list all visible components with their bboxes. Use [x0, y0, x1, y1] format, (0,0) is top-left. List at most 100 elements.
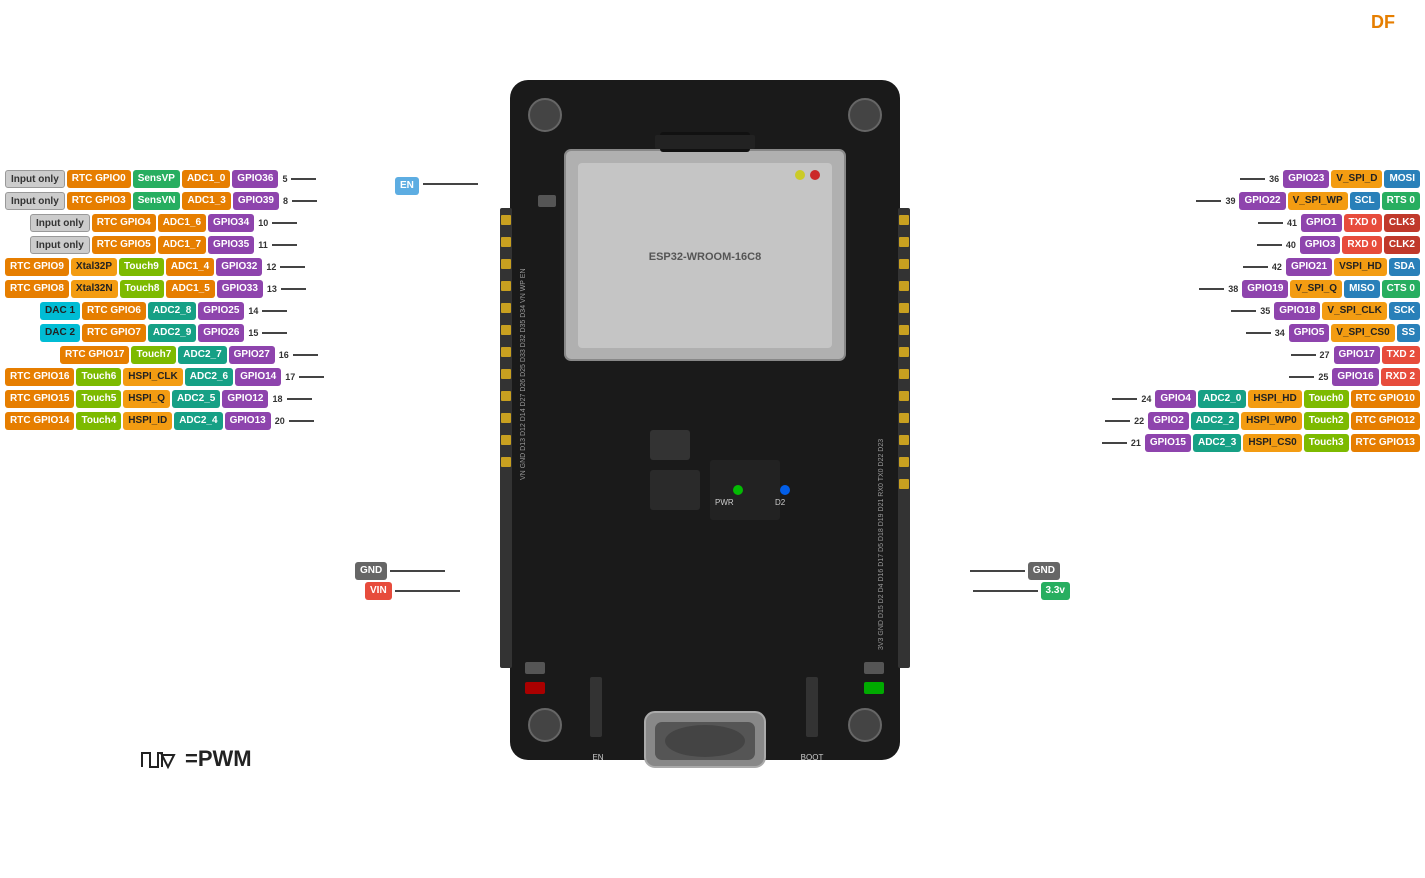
v33-right-area: 3.3v	[973, 582, 1070, 600]
left-pin-row-1: Input only RTC GPIO0 SensVP ADC1_0 GPIO3…	[5, 170, 316, 188]
vspi-clk-badge: V_SPI_CLK	[1322, 302, 1386, 320]
pin-num-15: 15	[248, 328, 258, 338]
sck-badge: SCK	[1389, 302, 1420, 320]
clk2-badge: CLK2	[1384, 236, 1420, 254]
pin-num-10: 10	[258, 218, 268, 228]
touch0-badge: Touch0	[1304, 390, 1349, 408]
gpio34-badge: GPIO34	[208, 214, 254, 232]
right-pin-row-7: SCK V_SPI_CLK GPIO18 35	[1231, 302, 1420, 320]
pin-num-42: 42	[1272, 262, 1282, 272]
ss-badge: SS	[1397, 324, 1420, 342]
rtc-gpio9-badge: RTC GPIO9	[5, 258, 69, 276]
gpio39-badge: GPIO39	[233, 192, 279, 210]
page-container: DF ESP32-WROOM-16C8	[0, 0, 1425, 878]
pin-num-27: 27	[1320, 350, 1330, 360]
gpio15-badge: GPIO15	[1145, 434, 1191, 452]
txd2-badge: TXD 2	[1382, 346, 1420, 364]
vspi-wp-badge: V_SPI_WP	[1288, 192, 1348, 210]
sensvp-badge: SensVP	[133, 170, 180, 188]
right-pin-row-3: CLK3 TXD 0 GPIO1 41	[1258, 214, 1420, 232]
touch8-badge: Touch8	[120, 280, 165, 298]
gpio12-badge: GPIO12	[222, 390, 268, 408]
svg-text:EN: EN	[592, 753, 603, 762]
gpio26-badge: GPIO26	[198, 324, 244, 342]
input-only-badge-2: Input only	[5, 192, 65, 210]
xtal32n-badge: Xtal32N	[71, 280, 118, 298]
svg-text:PWR: PWR	[715, 498, 734, 507]
vspi-hd-badge: VSPI_HD	[1334, 258, 1387, 276]
board-area: ESP32-WROOM-16C8	[490, 60, 920, 780]
adc2-8-badge: ADC2_8	[148, 302, 196, 320]
gpio32-badge: GPIO32	[216, 258, 262, 276]
pin-num-20: 20	[275, 416, 285, 426]
adc1-4-badge: ADC1_4	[166, 258, 214, 276]
rtc-gpio17-badge: RTC GPIO17	[60, 346, 129, 364]
svg-text:D2: D2	[775, 498, 786, 507]
left-pin-row-2: Input only RTC GPIO3 SensVN ADC1_3 GPIO3…	[5, 192, 317, 210]
touch2-badge: Touch2	[1304, 412, 1349, 430]
adc2-6-badge: ADC2_6	[185, 368, 233, 386]
gnd-left-area: GND	[355, 562, 445, 580]
rtc-gpio13-badge: RTC GPIO13	[1351, 434, 1420, 452]
scl-badge: SCL	[1350, 192, 1380, 210]
gpio19-badge: GPIO19	[1242, 280, 1288, 298]
gnd-right-area: GND	[970, 562, 1060, 580]
pin-num-25: 25	[1318, 372, 1328, 382]
gpio17-badge: GPIO17	[1334, 346, 1380, 364]
input-only-badge-1: Input only	[5, 170, 65, 188]
right-pin-row-9: TXD 2 GPIO17 27	[1291, 346, 1421, 364]
rtc-gpio10-badge: RTC GPIO10	[1351, 390, 1420, 408]
rxd0-badge: RXD 0	[1342, 236, 1381, 254]
hspi-hd-badge: HSPI_HD	[1248, 390, 1301, 408]
rtc-gpio12-badge: RTC GPIO12	[1351, 412, 1420, 430]
pin-num-21: 21	[1131, 438, 1141, 448]
gpio21-badge: GPIO21	[1286, 258, 1332, 276]
gpio22-badge: GPIO22	[1239, 192, 1285, 210]
rtc-gpio3-badge: RTC GPIO3	[67, 192, 131, 210]
pin-num-13: 13	[267, 284, 277, 294]
mosi-badge: MOSI	[1384, 170, 1420, 188]
right-pin-row-10: RXD 2 GPIO16 25	[1289, 368, 1420, 386]
pin-num-39: 39	[1225, 196, 1235, 206]
touch9-badge: Touch9	[119, 258, 164, 276]
gpio36-badge: GPIO36	[232, 170, 278, 188]
right-pin-row-4: CLK2 RXD 0 GPIO3 40	[1257, 236, 1420, 254]
dac1-badge: DAC 1	[40, 302, 80, 320]
touch7-badge: Touch7	[131, 346, 176, 364]
miso-badge: MISO	[1344, 280, 1380, 298]
pin-num-34: 34	[1275, 328, 1285, 338]
input-only-badge-4: Input only	[30, 236, 90, 254]
touch3-badge: Touch3	[1304, 434, 1349, 452]
gpio5-badge: GPIO5	[1289, 324, 1330, 342]
v33-badge: 3.3v	[1041, 582, 1070, 600]
hspi-id-badge: HSPI_ID	[123, 412, 172, 430]
hspi-q-badge: HSPI_Q	[123, 390, 170, 408]
gpio27-badge: GPIO27	[229, 346, 275, 364]
svg-text:ESP32-WROOM-16C8: ESP32-WROOM-16C8	[649, 251, 761, 263]
pwm-legend: =PWM	[140, 745, 252, 773]
adc1-6-badge: ADC1_6	[158, 214, 206, 232]
rtc-gpio6-badge: RTC GPIO6	[82, 302, 146, 320]
rtc-gpio4-badge: RTC GPIO4	[92, 214, 156, 232]
pin-num-22: 22	[1134, 416, 1144, 426]
input-only-badge-3: Input only	[30, 214, 90, 232]
gpio25-badge: GPIO25	[198, 302, 244, 320]
right-pin-row-12: RTC GPIO12 Touch2 HSPI_WP0 ADC2_2 GPIO2 …	[1105, 412, 1420, 430]
adc2-5-badge: ADC2_5	[172, 390, 220, 408]
pin-num-11: 11	[258, 240, 268, 250]
rtc-gpio14-badge: RTC GPIO14	[5, 412, 74, 430]
gpio13-badge: GPIO13	[225, 412, 271, 430]
vspi-q-badge: V_SPI_Q	[1290, 280, 1342, 298]
right-pin-row-2: RTS 0 SCL V_SPI_WP GPIO22 39	[1196, 192, 1420, 210]
adc1-7-badge: ADC1_7	[158, 236, 206, 254]
right-pin-row-11: RTC GPIO10 Touch0 HSPI_HD ADC2_0 GPIO4 2…	[1112, 390, 1420, 408]
pin-num-24: 24	[1141, 394, 1151, 404]
left-pin-row-10: RTC GPIO16 Touch6 HSPI_CLK ADC2_6 GPIO14…	[5, 368, 324, 386]
hspi-clk-badge: HSPI_CLK	[123, 368, 182, 386]
rxd2-badge: RXD 2	[1381, 368, 1420, 386]
adc2-4-badge: ADC2_4	[174, 412, 222, 430]
hspi-cs0-badge: HSPI_CS0	[1243, 434, 1301, 452]
left-pin-row-7: DAC 1 RTC GPIO6 ADC2_8 GPIO25 14	[40, 302, 287, 320]
gpio4-badge: GPIO4	[1155, 390, 1196, 408]
right-pin-row-6: CTS 0 MISO V_SPI_Q GPIO19 38	[1199, 280, 1420, 298]
